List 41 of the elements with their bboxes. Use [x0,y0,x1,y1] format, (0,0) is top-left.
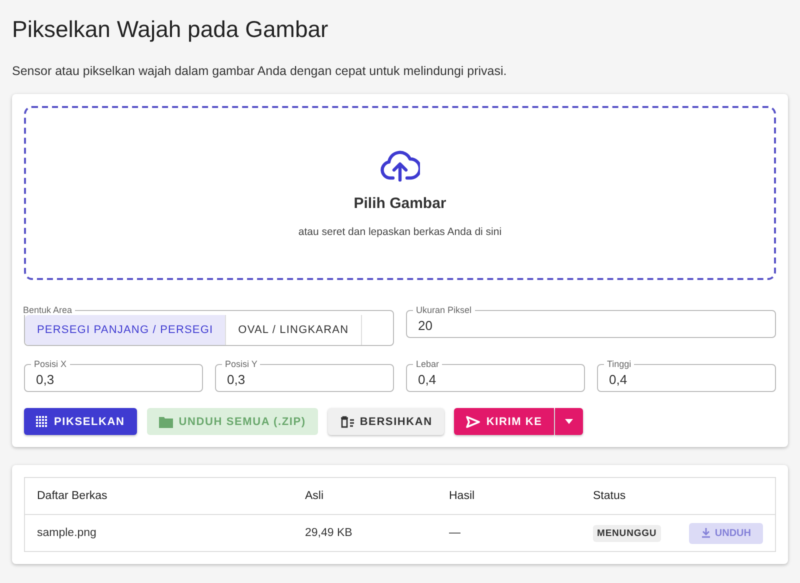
pixel-size-field[interactable]: Ukuran Piksel 20 [406,306,776,338]
column-header: Status [593,490,626,502]
shape-option[interactable]: PERSEGI PANJANG / PERSEGI [25,315,226,345]
field-value: 0,4 [609,372,628,387]
download-icon [700,528,711,538]
column-header: Hasil [449,490,475,502]
dropzone[interactable]: Pilih Gambar atau seret dan lepaskan berkas Anda di sini [24,106,776,280]
dropzone-hint: atau seret dan lepaskan berkas Anda di sini [298,226,502,238]
table-cell: — [449,527,460,539]
number-field[interactable]: Posisi Y 0,3 [215,360,394,392]
field-label: Posisi X [33,360,68,369]
page-title: Pikselkan Wajah pada Gambar [12,15,330,44]
field-value: 0,3 [227,372,246,387]
field-label: Tinggi [606,360,632,369]
page-subtitle: Sensor atau pikselkan wajah dalam gambar Anda dengan cepat untuk melindungi privasi. [12,64,508,78]
caret-icon [565,419,574,424]
field-label: Ukuran Piksel [415,306,473,315]
trash-icon [340,416,354,428]
dropdown-button[interactable] [555,408,584,435]
table-cell: 29,49 KB [305,527,352,539]
send-icon [466,416,480,428]
field-value: 0,3 [36,372,54,387]
field-label: Lebar [415,360,440,369]
cloud-upload-icon [380,148,420,182]
dropzone-title: Pilih Gambar [354,194,446,212]
folder-icon [158,416,173,428]
number-field[interactable]: Posisi X 0,3 [24,360,203,392]
table-cell: sample.png [37,527,96,539]
pixelate-button[interactable]: PIKSELKAN [24,408,137,435]
grid-icon [36,416,48,428]
field-value: 0,4 [418,372,436,387]
column-header: Daftar Berkas [37,490,108,502]
field-label: Bentuk Area [22,306,74,315]
number-field[interactable]: Lebar 0,4 [406,360,585,392]
status-badge: MENUNGGU [593,525,661,542]
send-to-button[interactable]: KIRIM KE [454,408,554,435]
field-label: Posisi Y [224,360,258,369]
field-value: 20 [418,318,432,333]
column-header: Asli [305,490,324,502]
clear-button[interactable]: BERSIHKAN [328,408,444,435]
number-field[interactable]: Tinggi 0,4 [597,360,776,392]
